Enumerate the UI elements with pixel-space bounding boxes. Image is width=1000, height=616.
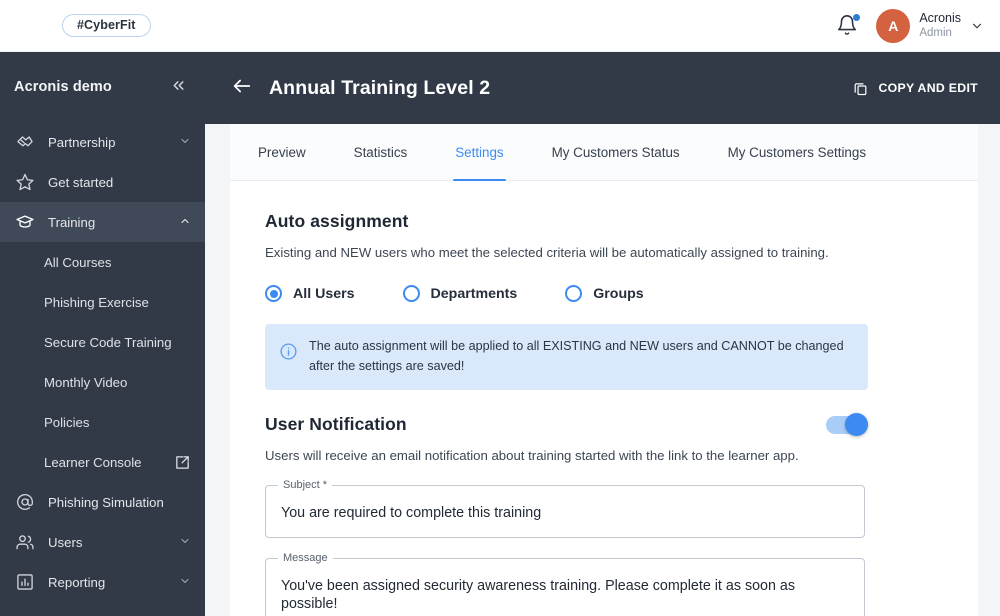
- sidebar-subitem-all-courses[interactable]: All Courses: [0, 242, 205, 282]
- tab-label-statistics: Statistics: [353, 144, 408, 160]
- radio-departments[interactable]: Departments: [402, 285, 518, 302]
- tab-settings[interactable]: Settings: [431, 124, 527, 181]
- handshake-icon: [14, 131, 36, 153]
- chevron-down-icon: [179, 535, 191, 550]
- sidebar-subitem-secure-code-training[interactable]: Secure Code Training: [0, 322, 205, 362]
- back-button[interactable]: [231, 75, 253, 101]
- sidebar-label-secure-code-training: Secure Code Training: [44, 334, 172, 350]
- bar-chart-icon: [14, 571, 36, 593]
- sidebar-subitem-monthly-video[interactable]: Monthly Video: [0, 362, 205, 402]
- subject-field-value: You are required to complete this traini…: [281, 505, 542, 522]
- topbar-right-group: A Acronis Admin: [836, 8, 984, 43]
- radio-unselected-icon: [565, 285, 583, 302]
- radio-label-departments: Departments: [430, 285, 518, 302]
- radio-all-users[interactable]: All Users: [265, 285, 355, 302]
- copy-icon: [855, 82, 867, 95]
- message-field[interactable]: Message You've been assigned security aw…: [265, 552, 865, 616]
- page-header: Annual Training Level 2 COPY AND EDIT: [205, 52, 1000, 124]
- sidebar-label-all-courses: All Courses: [44, 254, 112, 270]
- message-field-value: You've been assigned security awareness …: [281, 578, 796, 613]
- tab-statistics[interactable]: Statistics: [330, 124, 432, 180]
- at-sign-icon: [14, 491, 36, 513]
- sidebar-label-phishing-exercise: Phishing Exercise: [44, 294, 149, 310]
- brand-badge: #CyberFit: [62, 13, 151, 38]
- main-area: Annual Training Level 2 COPY AND EDIT Pr…: [205, 52, 1000, 616]
- sidebar-item-users[interactable]: Users: [0, 522, 205, 562]
- sidebar: Acronis demo Partnership Get started Tra…: [0, 52, 205, 616]
- notifications-button[interactable]: [836, 13, 861, 38]
- tab-my-customers-settings[interactable]: My Customers Settings: [704, 124, 890, 180]
- avatar: A: [876, 8, 911, 43]
- user-notification-title: User Notification: [265, 414, 407, 435]
- user-role: Admin: [919, 27, 952, 40]
- tab-label-my-customers-settings: My Customers Settings: [727, 144, 867, 160]
- sidebar-label-partnership: Partnership: [48, 134, 116, 150]
- settings-card: Preview Statistics Settings My Customers…: [230, 124, 978, 616]
- sidebar-subitem-phishing-exercise[interactable]: Phishing Exercise: [0, 282, 205, 322]
- toggle-knob: [845, 412, 868, 436]
- sidebar-item-partnership[interactable]: Partnership: [0, 122, 205, 162]
- message-field-label: Message: [278, 552, 333, 565]
- chevron-down-icon: [179, 575, 191, 590]
- radio-label-all-users: All Users: [293, 285, 355, 302]
- tab-preview[interactable]: Preview: [234, 124, 330, 180]
- user-notification-toggle[interactable]: [826, 412, 868, 436]
- tab-bar: Preview Statistics Settings My Customers…: [230, 124, 978, 181]
- radio-label-groups: Groups: [593, 285, 644, 302]
- user-menu[interactable]: A Acronis Admin: [876, 8, 984, 43]
- copy-and-edit-label: COPY AND EDIT: [878, 81, 978, 95]
- sidebar-title: Acronis demo: [14, 79, 112, 95]
- graduation-cap-icon: [14, 211, 36, 233]
- sidebar-label-phishing-simulation: Phishing Simulation: [48, 494, 164, 510]
- external-link-icon: [174, 454, 191, 471]
- chevron-down-icon: [179, 135, 191, 150]
- user-info: Acronis Admin: [919, 11, 961, 41]
- copy-and-edit-button[interactable]: COPY AND EDIT: [852, 80, 978, 97]
- sidebar-label-policies: Policies: [44, 414, 90, 430]
- radio-unselected-icon: [402, 285, 420, 302]
- star-icon: [14, 171, 36, 193]
- radio-selected-icon: [265, 285, 282, 302]
- subject-field-label: Subject *: [278, 479, 333, 492]
- subject-field[interactable]: Subject * You are required to complete t…: [265, 479, 865, 539]
- user-name: Acronis: [919, 10, 961, 25]
- top-bar: #CyberFit A Acronis Admin: [0, 0, 1000, 52]
- auto-assignment-title: Auto assignment: [265, 211, 409, 231]
- sidebar-label-users: Users: [48, 534, 83, 550]
- auto-assignment-info-banner: The auto assignment will be applied to a…: [265, 324, 868, 391]
- tab-label-preview: Preview: [258, 144, 306, 160]
- sidebar-label-learner-console: Learner Console: [44, 454, 142, 470]
- user-notification-header: User Notification: [265, 412, 868, 436]
- sidebar-header: Acronis demo: [0, 52, 205, 122]
- info-banner-text: The auto assignment will be applied to a…: [309, 339, 844, 373]
- users-icon: [14, 531, 36, 553]
- tab-label-settings: Settings: [455, 144, 504, 160]
- double-chevron-left-icon: [173, 80, 184, 90]
- tab-label-my-customers-status: My Customers Status: [551, 144, 680, 160]
- user-notification-description: Users will receive an email notification…: [265, 448, 799, 464]
- sidebar-collapse-button[interactable]: [170, 77, 187, 98]
- sidebar-item-reporting[interactable]: Reporting: [0, 562, 205, 602]
- auto-assignment-description: Existing and NEW users who meet the sele…: [265, 245, 829, 260]
- sidebar-item-phishing-simulation[interactable]: Phishing Simulation: [0, 482, 205, 522]
- sidebar-item-training[interactable]: Training: [0, 202, 205, 242]
- page-title: Annual Training Level 2: [269, 76, 491, 99]
- radio-groups[interactable]: Groups: [565, 285, 644, 302]
- sidebar-label-monthly-video: Monthly Video: [44, 374, 128, 390]
- auto-assignment-radio-group: All Users Departments Groups: [265, 285, 944, 302]
- chevron-down-icon: [972, 23, 982, 28]
- arrow-left-icon: [233, 79, 251, 93]
- tab-my-customers-status[interactable]: My Customers Status: [528, 124, 704, 180]
- info-circle-icon: [279, 342, 299, 366]
- sidebar-item-get-started[interactable]: Get started: [0, 162, 205, 202]
- sidebar-subitem-learner-console[interactable]: Learner Console: [0, 442, 205, 482]
- sidebar-label-training: Training: [48, 214, 96, 230]
- sidebar-label-get-started: Get started: [48, 174, 114, 190]
- sidebar-label-reporting: Reporting: [48, 574, 106, 590]
- chevron-up-icon: [179, 215, 191, 230]
- settings-content: Auto assignment Existing and NEW users w…: [230, 181, 978, 616]
- sidebar-subitem-policies[interactable]: Policies: [0, 402, 205, 442]
- notification-dot: [853, 13, 861, 21]
